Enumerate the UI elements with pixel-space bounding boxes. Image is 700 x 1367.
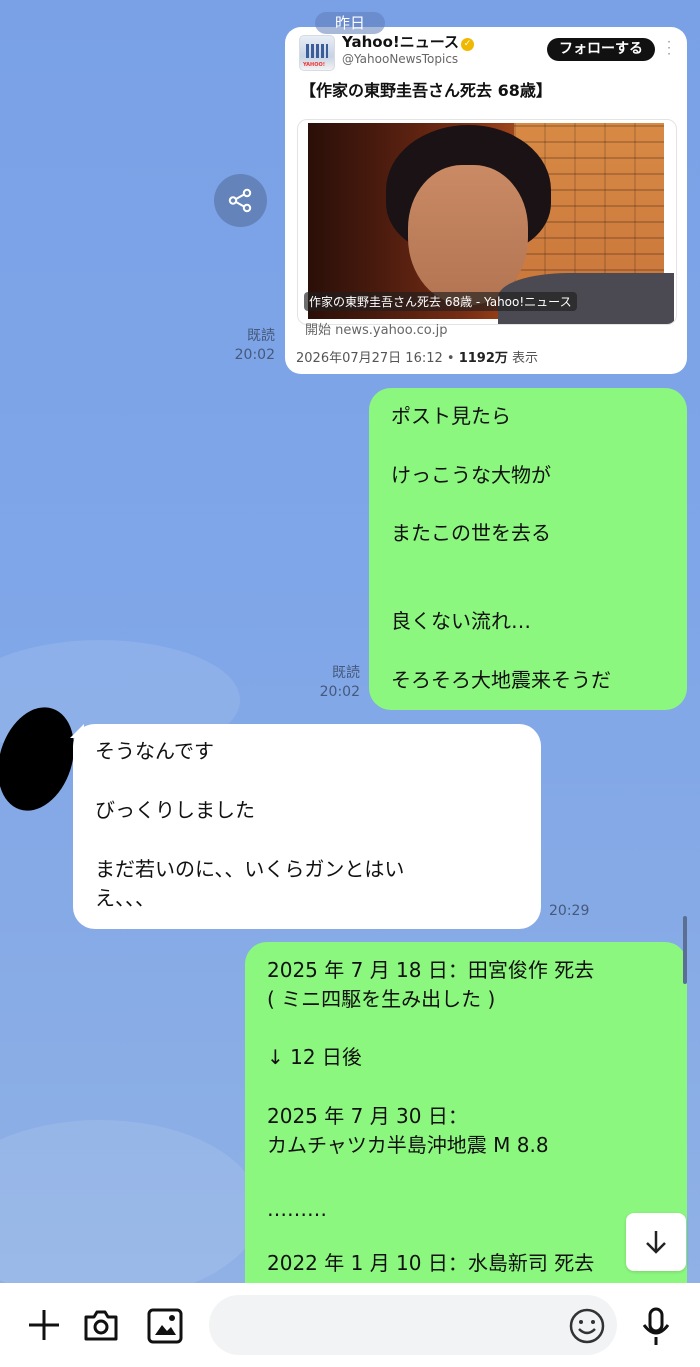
post-meta: 2026年07月27日 16:12 • 1192万 表示 (296, 347, 538, 366)
message-line: え、、、 (95, 886, 155, 910)
verified-badge-icon: ✓ (461, 38, 474, 51)
image-button[interactable] (147, 1308, 183, 1348)
yahoo-news-logo: YAHOO! (299, 35, 335, 71)
message-line: ( ミニ四駆を生み出した ) (267, 987, 496, 1011)
camera-icon (84, 1310, 118, 1341)
scrollbar[interactable] (683, 916, 687, 984)
microphone-icon (642, 1307, 670, 1345)
message-line: そろそろ大地震来そうだ (391, 668, 611, 692)
message-line: まだ若いのに、、いくらガンとはい (95, 857, 405, 881)
share-button[interactable] (214, 174, 267, 227)
more-options-icon[interactable]: · · · (665, 36, 673, 60)
message-line: ポスト見たら (391, 404, 511, 428)
scroll-to-bottom-button[interactable] (626, 1213, 686, 1271)
account-name[interactable]: Yahoo!ニュース ✓ (342, 31, 474, 52)
read-label: 既読 (332, 665, 360, 681)
message-input[interactable] (209, 1295, 617, 1355)
article-photo[interactable]: 作家の東野圭吾さん死去 68歳 - Yahoo!ニュース (297, 119, 677, 325)
date-divider: 昨日 (315, 12, 385, 34)
post-headline: 【作家の東野圭吾さん死去 68歳】 (300, 81, 552, 100)
views-count: 1192万 (458, 351, 508, 366)
share-icon (228, 188, 252, 213)
shared-post-card[interactable]: YAHOO! Yahoo!ニュース ✓ @YahooNewsTopics フォロー… (285, 27, 687, 374)
read-label: 既読 (247, 328, 275, 344)
message-line: ……… (267, 1197, 327, 1221)
message-line: またこの世を去る (391, 521, 551, 545)
message-line: 良くない流れ… (391, 609, 531, 633)
message-line: びっくりしました (95, 798, 255, 822)
message-time: 20:29 (549, 903, 590, 919)
photo-caption: 作家の東野圭吾さん死去 68歳 - Yahoo!ニュース (304, 292, 577, 311)
message-line: そうなんです (95, 739, 214, 763)
background-cloud (0, 1120, 260, 1283)
plus-icon (29, 1310, 59, 1340)
sent-message-bubble[interactable]: ポスト見たら けっこうな大物が またこの世を去る 良くない流れ… そろそろ大地震… (369, 388, 687, 710)
voice-button[interactable] (640, 1307, 672, 1351)
message-line: 2022 年 1 月 10 日：水島新司 死去 (267, 1251, 595, 1275)
sent-message-bubble[interactable]: 2025 年 7 月 18 日：田宮俊作 死去 ( ミニ四駆を生み出した ) ↓… (245, 942, 687, 1283)
message-line: 2025 年 7 月 18 日：田宮俊作 死去 (267, 958, 595, 982)
message-time: 20:02 (234, 347, 275, 363)
post-timestamp: 2026年07月27日 16:12 (296, 351, 443, 366)
message-line: 2025 年 7 月 30 日： (267, 1104, 468, 1128)
account-name-text: Yahoo!ニュース (342, 33, 459, 51)
meta-separator: • (446, 351, 455, 366)
views-label: 表示 (512, 351, 539, 366)
chat-area[interactable]: YAHOO! Yahoo!ニュース ✓ @YahooNewsTopics フォロー… (0, 0, 700, 1283)
read-receipt: 既読 20:02 (310, 664, 360, 702)
account-handle: @YahooNewsTopics (342, 52, 459, 66)
plus-button[interactable] (26, 1307, 62, 1347)
message-line: ↓ 12 日後 (267, 1045, 362, 1069)
read-receipt: 既読 20:02 (225, 327, 275, 365)
camera-button[interactable] (82, 1307, 120, 1347)
emoji-icon (569, 1308, 605, 1344)
follow-button[interactable]: フォローする (547, 38, 655, 61)
message-line: けっこうな大物が (391, 463, 551, 487)
composer-bar (0, 1283, 700, 1367)
message-time: 20:02 (319, 684, 360, 700)
emoji-button[interactable] (568, 1307, 606, 1349)
arrow-down-icon (646, 1231, 666, 1254)
link-source[interactable]: 開始 news.yahoo.co.jp (305, 319, 448, 338)
received-message-bubble[interactable]: そうなんです びっくりしました まだ若いのに、、いくらガンとはい え、、、 (73, 724, 541, 929)
message-line: カムチャツカ半島沖地震 M 8.8 (267, 1133, 549, 1157)
image-icon (147, 1308, 183, 1344)
